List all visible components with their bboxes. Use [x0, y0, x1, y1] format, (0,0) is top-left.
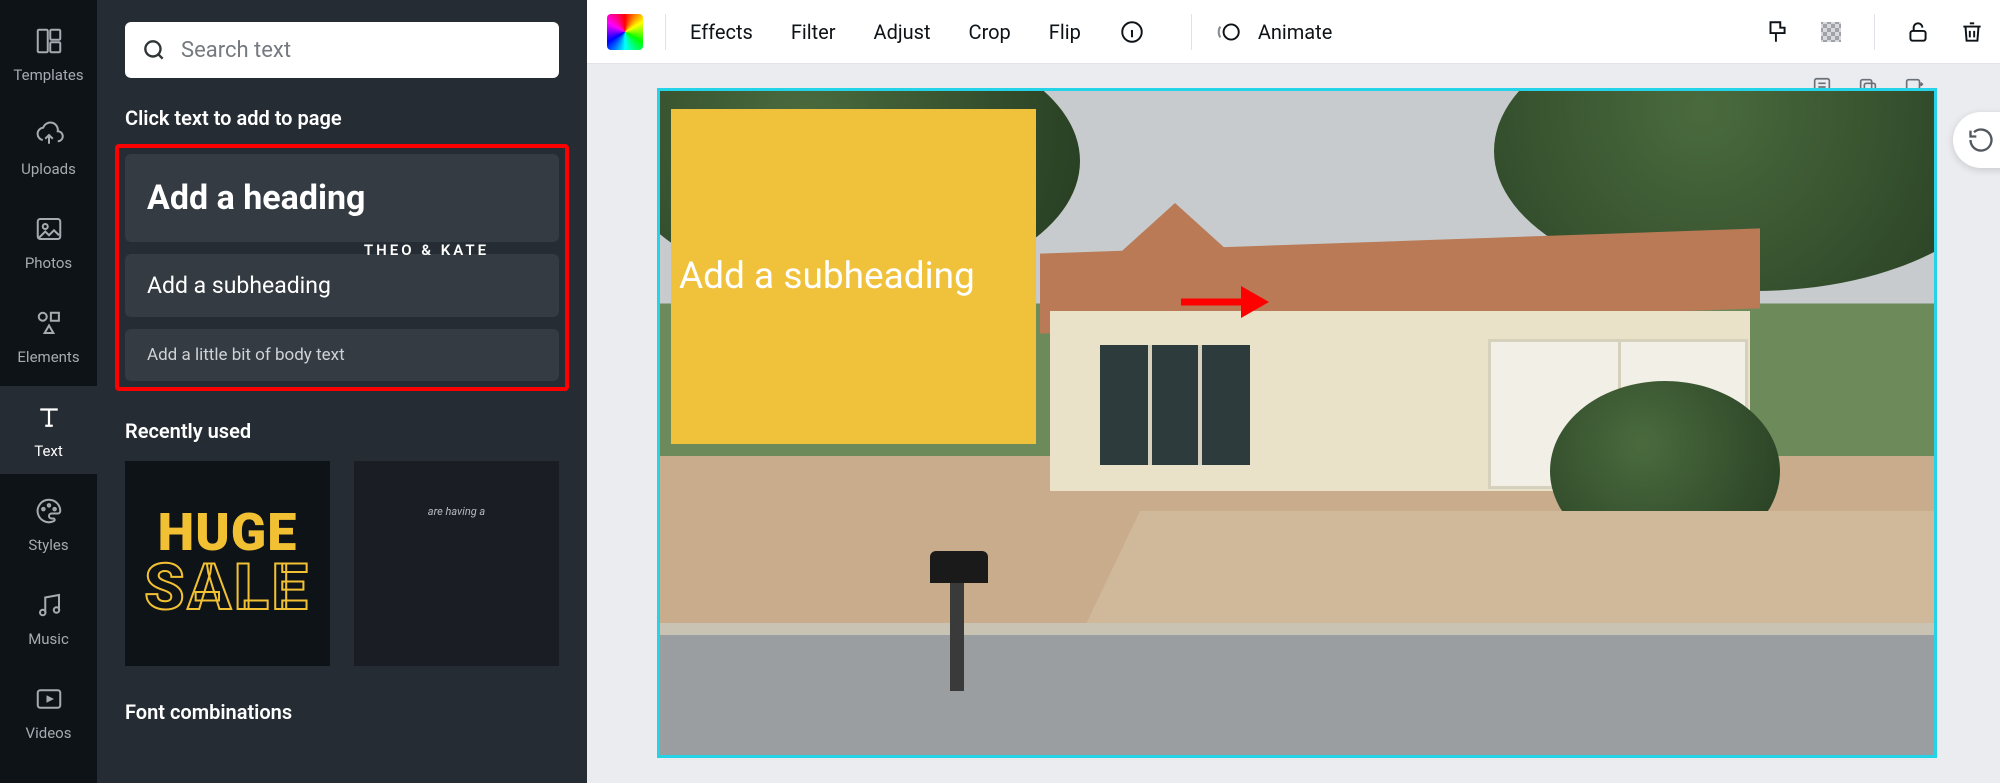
elements-icon — [32, 306, 66, 340]
style-copy-button[interactable] — [1762, 17, 1792, 47]
search-input[interactable] — [181, 38, 543, 63]
rail-label: Text — [34, 442, 63, 460]
effects-button[interactable]: Effects — [688, 16, 755, 48]
transparency-button[interactable] — [1816, 17, 1846, 47]
section-title: Click text to add to page — [125, 106, 559, 130]
animate-icon — [1214, 17, 1244, 47]
add-heading-button[interactable]: Add a heading — [125, 154, 559, 242]
rail-label: Elements — [17, 348, 79, 366]
lock-button[interactable] — [1903, 17, 1933, 47]
canvas-text-element[interactable]: Add a subheading — [679, 255, 975, 298]
canvas-background-image — [930, 551, 988, 583]
top-toolbar: Effects Filter Adjust Crop Flip Animate — [587, 0, 2000, 64]
search-box[interactable] — [125, 22, 559, 78]
animate-button[interactable]: Animate — [1256, 16, 1335, 48]
text-icon — [32, 400, 66, 434]
videos-icon — [32, 682, 66, 716]
filter-button[interactable]: Filter — [789, 16, 838, 48]
recent-template-baby-boy[interactable]: THEO & KATE are having a BABY BOY! — [354, 461, 559, 666]
rail-label: Uploads — [21, 160, 76, 178]
crop-button[interactable]: Crop — [967, 16, 1013, 48]
canvas-background-image — [950, 571, 964, 691]
rail-elements[interactable]: Elements — [0, 292, 97, 380]
info-icon[interactable] — [1117, 17, 1147, 47]
rail-label: Templates — [13, 66, 83, 84]
refresh-button[interactable] — [1953, 112, 2000, 168]
text-panel: Click text to add to page Add a heading … — [97, 0, 587, 783]
main-area: Effects Filter Adjust Crop Flip Animate — [587, 0, 2000, 783]
rail-videos[interactable]: Videos — [0, 668, 97, 756]
rail-label: Styles — [28, 536, 68, 554]
rail-styles[interactable]: Styles — [0, 480, 97, 568]
rail-label: Music — [28, 630, 69, 648]
rail-label: Photos — [25, 254, 72, 272]
flip-button[interactable]: Flip — [1047, 16, 1083, 48]
divider — [1191, 14, 1192, 50]
photos-icon — [32, 212, 66, 246]
rail-text[interactable]: Text — [0, 386, 97, 474]
uploads-icon — [32, 118, 66, 152]
styles-icon — [32, 494, 66, 528]
color-picker-button[interactable] — [607, 14, 643, 50]
canvas-shape-element[interactable]: Add a subheading — [671, 109, 1036, 444]
templates-icon — [32, 24, 66, 58]
rail-music[interactable]: Music — [0, 574, 97, 662]
design-canvas[interactable]: Add a subheading — [657, 88, 1937, 758]
rail-uploads[interactable]: Uploads — [0, 104, 97, 192]
canvas-background-image — [660, 635, 1934, 755]
adjust-button[interactable]: Adjust — [872, 16, 933, 48]
rail-templates[interactable]: Templates — [0, 10, 97, 98]
nav-rail: Templates Uploads Photos Elements Text — [0, 0, 97, 783]
divider — [1874, 14, 1875, 50]
delete-button[interactable] — [1957, 17, 1987, 47]
music-icon — [32, 588, 66, 622]
rail-label: Videos — [26, 724, 72, 742]
canvas-wrap: Add a subheading — [587, 64, 2000, 783]
rail-photos[interactable]: Photos — [0, 198, 97, 286]
search-icon — [141, 37, 167, 63]
recent-row: HUGE SALE THEO & KATE are having a BABY … — [125, 461, 559, 666]
divider — [665, 14, 666, 50]
